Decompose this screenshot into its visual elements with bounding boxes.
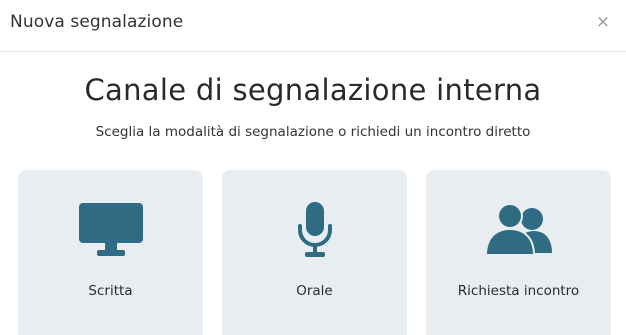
new-report-modal: Nuova segnalazione × Canale di segnalazi…	[0, 0, 626, 335]
option-label-written: Scritta	[88, 283, 133, 299]
option-card-written[interactable]: Scritta	[18, 170, 203, 335]
option-label-meeting-request: Richiesta incontro	[457, 283, 580, 299]
modal-header: Nuova segnalazione ×	[0, 0, 626, 52]
page-title: Canale di segnalazione interna	[84, 73, 542, 107]
option-card-oral[interactable]: Orale	[222, 170, 407, 335]
option-card-meeting-request[interactable]: Richiesta incontro	[426, 170, 611, 335]
option-label-oral: Orale	[296, 283, 333, 299]
modal-title: Nuova segnalazione	[10, 12, 184, 32]
desktop-icon	[18, 202, 203, 258]
page-subtitle: Sceglia la modalità di segnalazione o ri…	[95, 124, 531, 140]
close-button[interactable]: ×	[594, 12, 612, 32]
option-cards: Scritta Orale Richiesta incontro	[0, 170, 626, 335]
microphone-icon	[222, 202, 407, 258]
users-icon	[426, 202, 611, 258]
